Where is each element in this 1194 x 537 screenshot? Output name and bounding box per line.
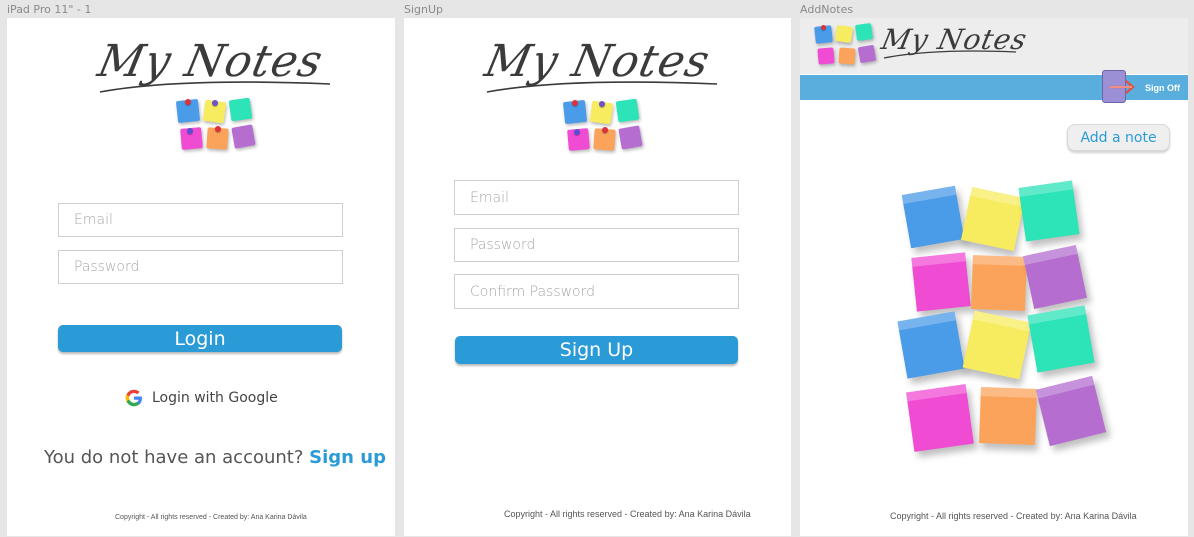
note-pink xyxy=(906,384,974,452)
signup-button[interactable]: Sign Up xyxy=(455,336,738,364)
email-field[interactable]: Email xyxy=(454,180,739,215)
google-login-label: Login with Google xyxy=(152,390,278,406)
artboard-label-login: iPad Pro 11" - 1 xyxy=(7,3,92,16)
login-footer: Copyright - All rights reserved - Create… xyxy=(115,514,307,521)
artboard-label-addnotes: AddNotes xyxy=(800,3,854,16)
notes-logo-icon xyxy=(562,98,646,157)
google-login-button[interactable]: Login with Google xyxy=(124,388,278,408)
addnotes-screen: My Notes Sign Off Add a note Copyright -… xyxy=(800,18,1188,536)
addnotes-footer: Copyright - All rights reserved - Create… xyxy=(890,511,1137,521)
note-blue xyxy=(897,311,965,379)
no-account-prompt: You do not have an account? Sign up xyxy=(44,447,386,468)
signup-link[interactable]: Sign up xyxy=(309,447,386,468)
note-purple xyxy=(1022,244,1088,310)
no-account-text: You do not have an account? xyxy=(44,447,304,468)
logo-underline-icon xyxy=(486,81,718,93)
artboard-label-signup: SignUp xyxy=(404,3,444,16)
sign-off-label[interactable]: Sign Off xyxy=(1145,83,1180,93)
note-pink xyxy=(911,252,971,312)
signup-screen: My Notes Email Password Confirm Password… xyxy=(404,18,791,536)
notes-logo-icon xyxy=(175,97,259,156)
note-orange xyxy=(979,387,1037,445)
add-note-button[interactable]: Add a note xyxy=(1067,124,1170,151)
note-blue xyxy=(901,185,965,249)
note-purple xyxy=(1035,375,1107,447)
password-field[interactable]: Password xyxy=(454,228,739,262)
note-orange xyxy=(971,255,1027,311)
note-teal xyxy=(1018,180,1080,242)
note-yellow xyxy=(962,310,1032,380)
note-yellow xyxy=(960,186,1026,252)
login-button[interactable]: Login xyxy=(58,325,342,352)
notes-board xyxy=(892,180,1112,480)
google-icon xyxy=(125,389,142,407)
note-teal xyxy=(1027,305,1095,373)
notes-logo-icon xyxy=(814,22,878,68)
logo-underline-icon xyxy=(99,81,331,93)
sign-off-icon[interactable] xyxy=(1102,70,1135,103)
login-screen: My Notes Email Password Login Login with… xyxy=(7,18,395,536)
confirm-password-field[interactable]: Confirm Password xyxy=(454,274,739,309)
logo-underline-icon xyxy=(883,50,1017,59)
signup-footer: Copyright - All rights reserved - Create… xyxy=(504,509,751,519)
email-field[interactable]: Email xyxy=(58,203,343,237)
password-field[interactable]: Password xyxy=(58,250,343,284)
